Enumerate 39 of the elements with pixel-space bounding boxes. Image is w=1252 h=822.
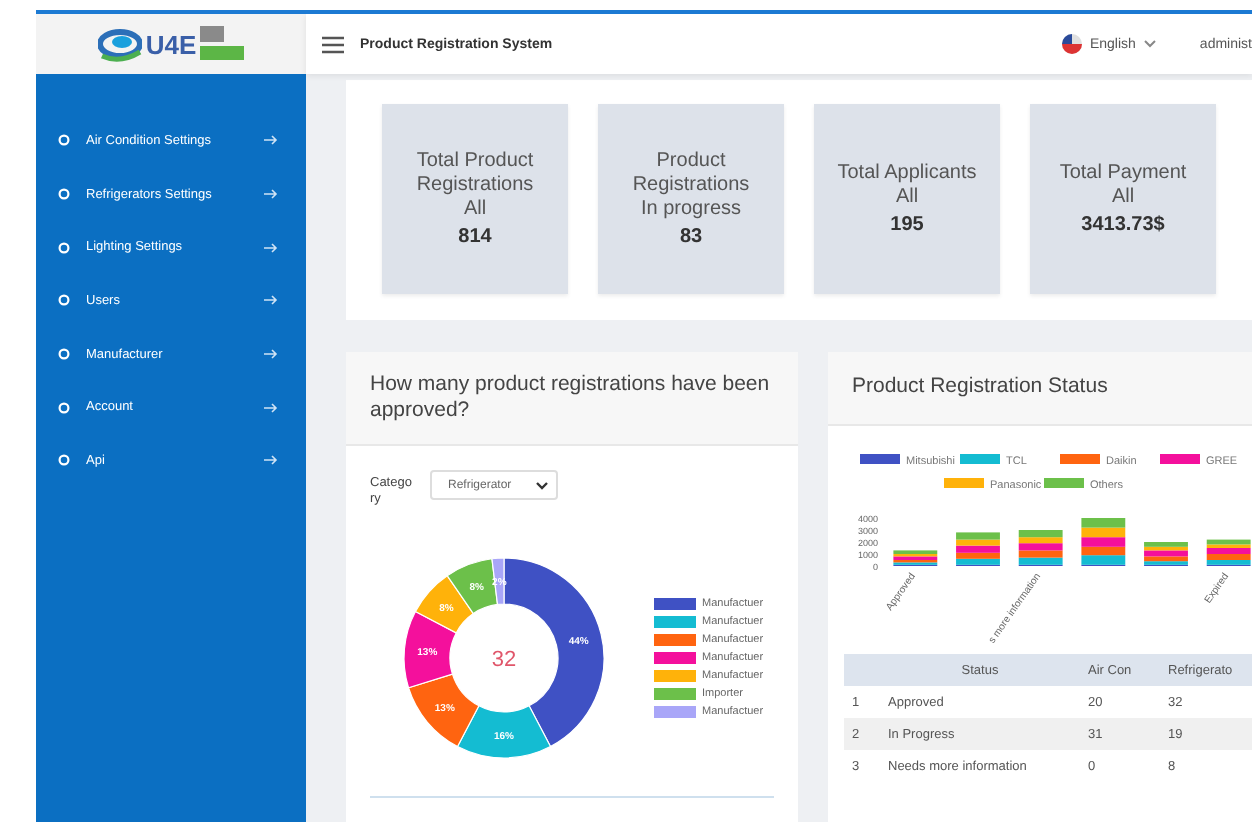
arrow-right-icon xyxy=(264,454,278,467)
circle-icon xyxy=(58,188,70,201)
stat-subtitle: All xyxy=(463,197,487,221)
arrow-right-icon xyxy=(264,188,278,201)
donut-center-value: 32 xyxy=(491,648,517,672)
circle-icon xyxy=(58,454,70,467)
stat-subtitle: In progress xyxy=(640,197,742,221)
stat-value: 3413.73$ xyxy=(1081,213,1165,237)
circle-icon xyxy=(58,348,70,361)
card-title: How many product registrations have been approved? xyxy=(370,372,772,424)
stat-title: Total Product Registrations xyxy=(414,149,536,197)
stat-subtitle: All xyxy=(1111,185,1135,209)
circle-icon xyxy=(58,134,70,147)
stat-subtitle: All xyxy=(895,185,919,209)
stat-value: 814 xyxy=(458,225,492,249)
stat-value: 83 xyxy=(679,225,703,249)
donut-slice xyxy=(403,610,457,689)
circle-icon xyxy=(58,241,70,254)
chevron-down-icon xyxy=(1143,40,1156,48)
stat-title: Total Applicants xyxy=(837,161,977,185)
logo-swirl-icon xyxy=(97,24,142,64)
menu-icon[interactable] xyxy=(322,35,344,53)
stat-value: 195 xyxy=(890,213,924,237)
circle-icon xyxy=(58,294,70,307)
arrow-right-icon xyxy=(264,134,278,147)
stat-title: Product Registrations xyxy=(630,149,752,197)
arrow-right-icon xyxy=(264,241,278,254)
arrow-right-icon xyxy=(264,401,278,414)
arrow-right-icon xyxy=(264,348,278,361)
chevron-down-icon xyxy=(536,481,548,489)
flag-icon xyxy=(1061,34,1082,54)
donut-slice xyxy=(414,575,474,634)
logo-text: U4E xyxy=(145,29,197,59)
donut-slice xyxy=(407,673,480,748)
stat-title: Total Payment xyxy=(1059,161,1187,185)
card-title: Product Registration Status xyxy=(852,374,1110,400)
arrow-right-icon xyxy=(264,294,278,307)
logo-badge-icon xyxy=(200,26,245,62)
circle-icon xyxy=(58,401,70,414)
